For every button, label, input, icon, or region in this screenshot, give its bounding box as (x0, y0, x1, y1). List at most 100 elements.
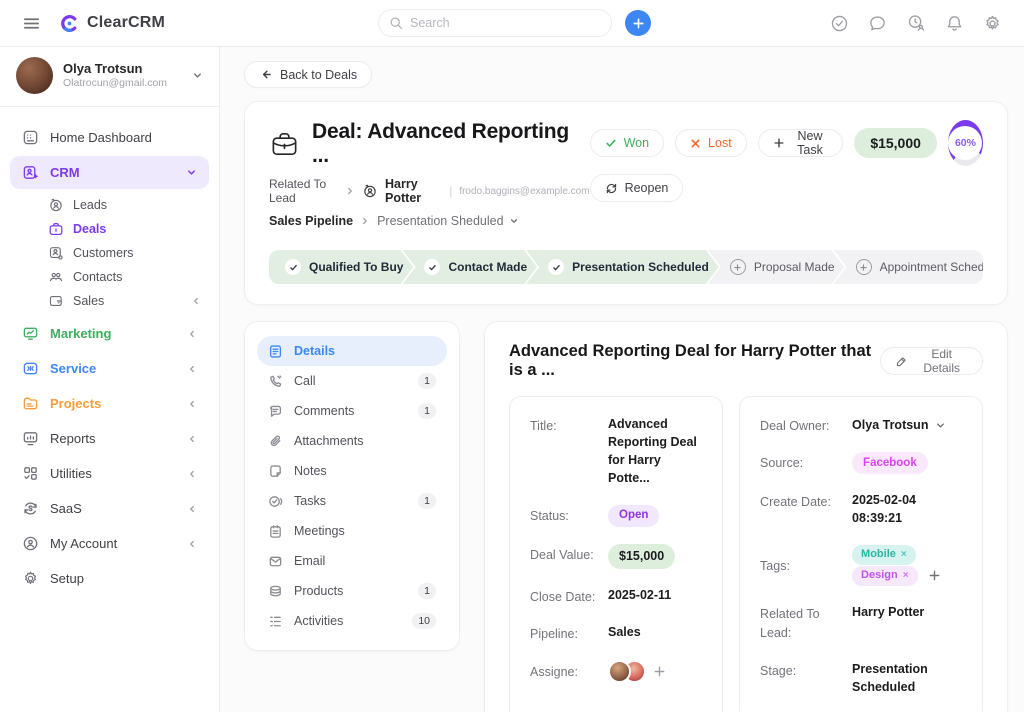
lost-label: Lost (708, 136, 732, 150)
tab-tasks[interactable]: Tasks 1 (257, 486, 447, 516)
deal-actions: Won Lost New Task (590, 120, 983, 228)
details-left-panel: Title: Advanced Reporting Deal for Harry… (509, 396, 723, 712)
sidebar-item-sales[interactable]: Sales (40, 289, 209, 313)
sidebar: Olya Trotsun Olatrocun@gmail.com Home Da… (0, 47, 220, 712)
tab-products[interactable]: Products 1 (257, 576, 447, 606)
x-icon (690, 138, 701, 149)
chat-icon[interactable] (868, 14, 887, 33)
email-envelope-icon (268, 554, 283, 569)
remove-tag-icon[interactable]: × (903, 569, 909, 584)
remove-tag-icon[interactable]: × (901, 548, 907, 563)
sidebar-item-setup[interactable]: Setup (10, 562, 209, 595)
lead-name-link[interactable]: Harry Potter (385, 177, 442, 205)
lost-button[interactable]: Lost (675, 129, 747, 157)
chevron-left-icon (191, 296, 201, 306)
sidebar-item-marketing[interactable]: Marketing (10, 317, 209, 350)
activities-list-icon (268, 614, 283, 629)
tab-label: Call (294, 374, 316, 388)
brand-logo[interactable]: ClearCRM (59, 13, 165, 34)
sidebar-item-saas[interactable]: SaaS (10, 492, 209, 525)
stage-proposal-made[interactable]: Proposal Made (708, 250, 845, 284)
source-badge: Facebook (852, 452, 928, 474)
sidebar-item-utilities[interactable]: Utilities (10, 457, 209, 490)
contacts-icon (48, 269, 64, 285)
add-tag-button[interactable] (928, 569, 941, 582)
approvals-check-icon[interactable] (830, 14, 849, 33)
deal-title: Deal: Advanced Reporting ... (312, 120, 590, 168)
tasks-icon (268, 494, 283, 509)
clearcrm-logo-icon (59, 13, 80, 34)
sidebar-item-label: Deals (73, 222, 106, 236)
sidebar-item-projects[interactable]: Projects (10, 387, 209, 420)
sidebar-item-my-account[interactable]: My Account (10, 527, 209, 560)
tab-attachments[interactable]: Attachments (257, 426, 447, 456)
sidebar-item-crm[interactable]: CRM (10, 156, 209, 189)
sidebar-item-leads[interactable]: Leads (40, 193, 209, 217)
deals-briefcase-icon (48, 221, 64, 237)
sidebar-item-reports[interactable]: Reports (10, 422, 209, 455)
sidebar-item-label: Customers (73, 246, 133, 260)
tab-email[interactable]: Email (257, 546, 447, 576)
quick-add-button[interactable] (625, 10, 651, 36)
time-tracking-icon[interactable] (906, 13, 926, 33)
tab-count-badge: 1 (418, 403, 436, 419)
back-to-deals-button[interactable]: Back to Deals (244, 61, 372, 88)
tab-meetings[interactable]: Meetings (257, 516, 447, 546)
hamburger-menu-icon[interactable] (22, 14, 41, 33)
tab-activities[interactable]: Activities 10 (257, 606, 447, 636)
field-value-related-lead: Harry Potter (852, 603, 924, 643)
tags-list: Mobile × Design × (852, 544, 962, 586)
user-profile[interactable]: Olya Trotsun Olatrocun@gmail.com (0, 47, 219, 107)
edit-details-button[interactable]: Edit Details (880, 347, 983, 375)
new-task-button[interactable]: New Task (758, 129, 844, 157)
tab-label: Tasks (294, 494, 326, 508)
deal-heading-block: Deal: Advanced Reporting ... Related To … (269, 120, 590, 228)
field-label-pipeline: Pipeline: (530, 623, 608, 643)
assignee-avatar[interactable] (608, 660, 631, 683)
reopen-button[interactable]: Reopen (590, 174, 684, 202)
stage-presentation-scheduled[interactable]: Presentation Scheduled (526, 250, 719, 284)
stage-appointment-scheduled[interactable]: Appointment Scheduled (834, 250, 983, 284)
lead-person-icon (362, 183, 378, 199)
reports-icon (22, 430, 39, 447)
leads-icon (48, 197, 64, 213)
chevron-left-icon (187, 434, 197, 444)
deal-tabs-card: Details Call 1 Comments 1 (244, 321, 460, 651)
sidebar-item-customers[interactable]: Customers (40, 241, 209, 265)
setup-gear-icon (22, 570, 39, 587)
dashboard-icon (22, 129, 39, 146)
won-button[interactable]: Won (590, 129, 664, 157)
stage-contact-made[interactable]: Contact Made (402, 250, 537, 284)
tab-details[interactable]: Details (257, 336, 447, 366)
sidebar-item-home-dashboard[interactable]: Home Dashboard (10, 121, 209, 154)
tab-call[interactable]: Call 1 (257, 366, 447, 396)
field-label-deal-owner: Deal Owner: (760, 415, 852, 435)
search-box[interactable] (378, 9, 612, 37)
tag-design[interactable]: Design × (852, 566, 918, 586)
field-label-source: Source: (760, 452, 852, 474)
sidebar-item-service[interactable]: Service (10, 352, 209, 385)
notifications-bell-icon[interactable] (945, 14, 964, 33)
settings-gear-icon[interactable] (983, 14, 1002, 33)
stage-label: Proposal Made (754, 260, 835, 274)
search-input[interactable] (410, 16, 601, 30)
sidebar-item-deals[interactable]: Deals (40, 217, 209, 241)
field-label-stage: Stage: (760, 660, 852, 696)
divider: | (449, 184, 452, 198)
tag-mobile[interactable]: Mobile × (852, 545, 916, 565)
deal-details-card: Advanced Reporting Deal for Harry Potter… (484, 321, 1008, 712)
sidebar-item-contacts[interactable]: Contacts (40, 265, 209, 289)
chevron-left-icon (187, 539, 197, 549)
field-label-close-date: Close Date: (530, 586, 608, 606)
add-assignee-button[interactable] (653, 665, 666, 678)
stage-qualified-to-buy[interactable]: Qualified To Buy (269, 250, 413, 284)
deal-owner-dropdown[interactable]: Olya Trotsun (852, 416, 946, 434)
tab-notes[interactable]: Notes (257, 456, 447, 486)
chevron-down-icon (192, 70, 203, 81)
tab-comments[interactable]: Comments 1 (257, 396, 447, 426)
pipeline-stage-dropdown[interactable]: Presentation Sheduled (377, 214, 518, 228)
details-doc-icon (268, 344, 283, 359)
stage-plus-icon (730, 259, 746, 275)
chevron-right-icon (360, 216, 370, 226)
sidebar-item-label: Projects (50, 396, 101, 411)
